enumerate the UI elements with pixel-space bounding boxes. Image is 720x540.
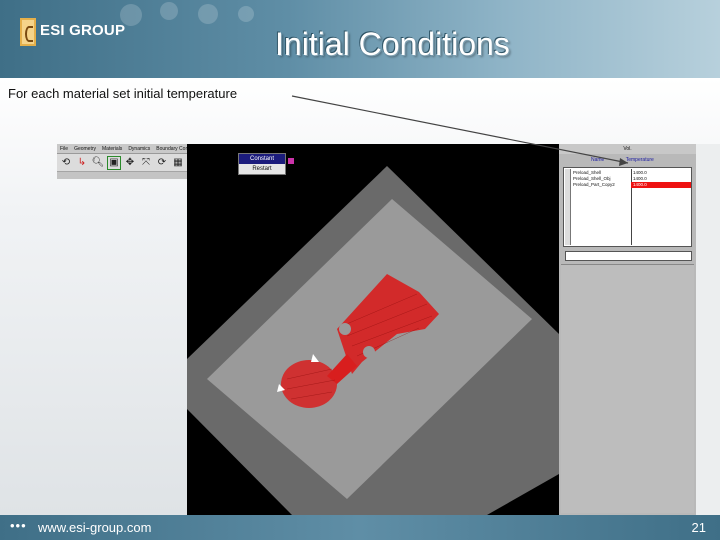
pointer-arrow (291, 95, 629, 166)
page-number: 21 (691, 520, 706, 535)
footer-url[interactable]: www.esi-group.com (38, 520, 151, 535)
slide-footer: ••• www.esi-group.com 21 (0, 515, 720, 540)
footer-dots: ••• (10, 518, 27, 533)
